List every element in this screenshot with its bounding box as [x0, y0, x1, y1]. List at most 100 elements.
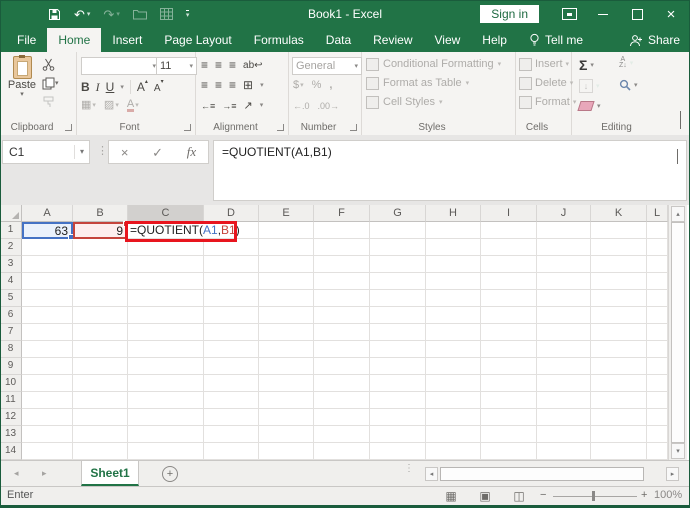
cell-F5[interactable] — [314, 290, 370, 307]
hscroll-left-icon[interactable]: ◂ — [425, 467, 438, 481]
cell-F10[interactable] — [314, 375, 370, 392]
decrease-font-button[interactable]: A▾ — [154, 78, 164, 96]
cell-E14[interactable] — [259, 443, 314, 460]
align-bottom-icon[interactable]: ≡ — [229, 58, 236, 72]
cell-C11[interactable] — [128, 392, 204, 409]
cell-L11[interactable] — [647, 392, 668, 409]
cell-C8[interactable] — [128, 341, 204, 358]
cell-B3[interactable] — [73, 256, 128, 273]
cell-F6[interactable] — [314, 307, 370, 324]
cell-B12[interactable] — [73, 409, 128, 426]
cell-K14[interactable] — [591, 443, 647, 460]
row-header-11[interactable]: 11 — [0, 392, 22, 409]
cell-A2[interactable] — [22, 239, 73, 256]
cell-G6[interactable] — [370, 307, 426, 324]
cell-G11[interactable] — [370, 392, 426, 409]
cell-H8[interactable] — [426, 341, 481, 358]
cell-F13[interactable] — [314, 426, 370, 443]
vertical-scrollbar[interactable]: ▴ ▾ — [668, 205, 687, 460]
cell-H5[interactable] — [426, 290, 481, 307]
cell-D10[interactable] — [204, 375, 259, 392]
cell-A11[interactable] — [22, 392, 73, 409]
cell-C13[interactable] — [128, 426, 204, 443]
cell-I2[interactable] — [481, 239, 537, 256]
tab-home[interactable]: Home — [47, 28, 102, 52]
cell-L3[interactable] — [647, 256, 668, 273]
zoom-out-button[interactable]: − — [540, 489, 546, 501]
autosum-caret-icon[interactable]: ▾ — [590, 62, 594, 69]
align-left-icon[interactable]: ≡ — [201, 78, 208, 92]
increase-font-button[interactable]: A▴ — [137, 78, 148, 96]
paste-caret-icon[interactable]: ▾ — [20, 91, 24, 98]
cell-C9[interactable] — [128, 358, 204, 375]
cell-H1[interactable] — [426, 222, 481, 239]
name-box[interactable]: C1 ▾ — [2, 140, 90, 164]
previous-sheet-icon[interactable]: ◂ — [14, 468, 19, 479]
cell-K11[interactable] — [591, 392, 647, 409]
cell-B2[interactable] — [73, 239, 128, 256]
font-size-combo[interactable]: 11 ▾ — [156, 57, 197, 75]
row-header-9[interactable]: 9 — [0, 358, 22, 375]
insert-function-icon[interactable]: fx — [187, 144, 196, 160]
cell-E1[interactable] — [259, 222, 314, 239]
cell-F14[interactable] — [314, 443, 370, 460]
find-select-button[interactable]: ▾ — [619, 79, 638, 91]
cell-A6[interactable] — [22, 307, 73, 324]
cell-J11[interactable] — [537, 392, 591, 409]
cell-A5[interactable] — [22, 290, 73, 307]
hscroll-right-icon[interactable]: ▸ — [666, 467, 679, 481]
cell-E4[interactable] — [259, 273, 314, 290]
bold-button[interactable]: B — [81, 80, 90, 94]
cell-F4[interactable] — [314, 273, 370, 290]
cell-I1[interactable] — [481, 222, 537, 239]
cell-B14[interactable] — [73, 443, 128, 460]
cell-H7[interactable] — [426, 324, 481, 341]
cell-L8[interactable] — [647, 341, 668, 358]
cell-C6[interactable] — [128, 307, 204, 324]
column-header-F[interactable]: F — [314, 205, 370, 222]
vertical-scroll-thumb[interactable] — [671, 222, 685, 443]
tab-scroll-split-handle[interactable]: ⋮ — [404, 464, 414, 474]
tab-insert[interactable]: Insert — [101, 28, 153, 52]
cell-A8[interactable] — [22, 341, 73, 358]
sheet-tab-sheet1[interactable]: Sheet1 — [81, 461, 139, 486]
cell-J6[interactable] — [537, 307, 591, 324]
column-header-E[interactable]: E — [259, 205, 314, 222]
formula-bar-drag-handle[interactable]: ⋮ — [97, 144, 108, 157]
cell-C12[interactable] — [128, 409, 204, 426]
row-header-5[interactable]: 5 — [0, 290, 22, 307]
cell-L9[interactable] — [647, 358, 668, 375]
find-select-caret-icon[interactable]: ▾ — [634, 82, 638, 89]
cell-C10[interactable] — [128, 375, 204, 392]
customize-qat-button[interactable]: ▾ — [185, 9, 190, 19]
minimize-button[interactable] — [590, 0, 616, 28]
cell-I14[interactable] — [481, 443, 537, 460]
cell-H3[interactable] — [426, 256, 481, 273]
cell-J1[interactable] — [537, 222, 591, 239]
page-break-view-button[interactable]: ◫ — [509, 488, 529, 504]
cell-C1[interactable]: =QUOTIENT(A1,B1) — [128, 222, 242, 239]
font-dialog-launcher[interactable] — [184, 124, 191, 131]
cell-K9[interactable] — [591, 358, 647, 375]
cell-A9[interactable] — [22, 358, 73, 375]
cell-G7[interactable] — [370, 324, 426, 341]
cell-H2[interactable] — [426, 239, 481, 256]
name-box-caret-icon[interactable]: ▾ — [75, 148, 89, 156]
align-middle-icon[interactable]: ≡ — [215, 58, 222, 72]
cell-B6[interactable] — [73, 307, 128, 324]
cell-E11[interactable] — [259, 392, 314, 409]
cell-F1[interactable] — [314, 222, 370, 239]
ribbon-display-options-button[interactable] — [556, 0, 582, 28]
cell-E8[interactable] — [259, 341, 314, 358]
cell-D2[interactable] — [204, 239, 259, 256]
cell-K12[interactable] — [591, 409, 647, 426]
share-button[interactable]: Share — [629, 28, 680, 52]
cell-L1[interactable] — [647, 222, 668, 239]
cell-H11[interactable] — [426, 392, 481, 409]
merge-center-icon[interactable]: ⊞ — [243, 78, 253, 92]
column-header-H[interactable]: H — [426, 205, 481, 222]
cell-J10[interactable] — [537, 375, 591, 392]
font-name-combo[interactable]: ▾ — [81, 57, 160, 75]
cell-C3[interactable] — [128, 256, 204, 273]
cell-G14[interactable] — [370, 443, 426, 460]
